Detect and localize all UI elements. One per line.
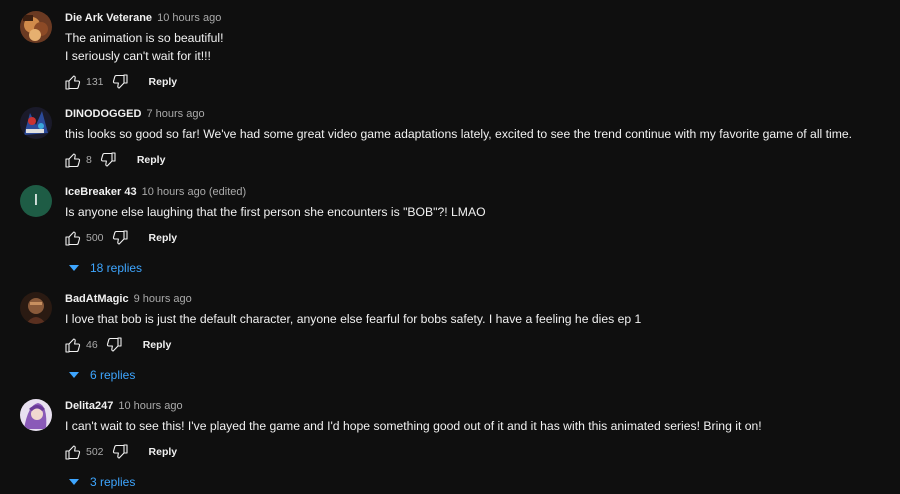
comment-actions: 502 Reply [65, 443, 880, 461]
comment-text-line: Is anyone else laughing that the first p… [65, 205, 486, 219]
like-button[interactable] [65, 444, 81, 460]
view-replies-button[interactable]: 3 replies [69, 475, 880, 489]
like-button[interactable] [65, 152, 81, 168]
comment-text-line: I seriously can't wait for it!!! [65, 49, 211, 63]
comment-actions: 131 Reply [65, 73, 880, 91]
comment-author[interactable]: Delita247 [65, 400, 113, 412]
comment-actions: 500 Reply [65, 229, 880, 247]
like-count: 500 [86, 232, 104, 244]
comment-actions: 46 Reply [65, 336, 880, 354]
comment-author[interactable]: DINODOGGED [65, 108, 141, 120]
reply-button[interactable]: Reply [143, 339, 172, 351]
caret-down-icon [69, 479, 79, 485]
comment-text: The animation is so beautiful! I serious… [65, 29, 880, 65]
replies-count-label: 6 replies [90, 368, 136, 382]
like-button[interactable] [65, 74, 81, 90]
comment-text-line: The animation is so beautiful! [65, 31, 224, 45]
reply-button[interactable]: Reply [149, 232, 178, 244]
avatar[interactable] [20, 107, 52, 139]
dislike-button[interactable] [112, 444, 128, 460]
comment-text-line: I can't wait to see this! I've played th… [65, 419, 762, 433]
comment-text: I can't wait to see this! I've played th… [65, 417, 880, 435]
like-count: 502 [86, 446, 104, 458]
thumbs-up-icon [65, 445, 81, 460]
replies-count-label: 3 replies [90, 475, 136, 489]
comment-text: this looks so good so far! We've had som… [65, 125, 880, 143]
avatar[interactable] [20, 11, 52, 43]
reply-button[interactable]: Reply [137, 154, 166, 166]
comment-text-line: I love that bob is just the default char… [65, 312, 642, 326]
thumbs-up-icon [65, 75, 81, 90]
dislike-button[interactable] [112, 74, 128, 90]
avatar[interactable] [20, 292, 52, 324]
comment-text-line: this looks so good so far! We've had som… [65, 127, 853, 141]
thumbs-up-icon [65, 153, 81, 168]
comment-author[interactable]: IceBreaker 43 [65, 186, 137, 198]
dislike-button[interactable] [112, 230, 128, 246]
caret-down-icon [69, 265, 79, 271]
like-button[interactable] [65, 337, 81, 353]
comment-timestamp[interactable]: 9 hours ago [134, 293, 192, 305]
thumbs-down-icon [112, 230, 128, 245]
thumbs-down-icon [112, 444, 128, 459]
thumbs-down-icon [106, 337, 122, 352]
comment-timestamp[interactable]: 10 hours ago [118, 400, 182, 412]
view-replies-button[interactable]: 18 replies [69, 261, 880, 275]
replies-count-label: 18 replies [90, 261, 143, 275]
comment-author[interactable]: BadAtMagic [65, 293, 129, 305]
thumbs-up-icon [65, 338, 81, 353]
avatar[interactable]: I [20, 185, 52, 217]
comment-text: Is anyone else laughing that the first p… [65, 203, 880, 221]
thumbs-down-icon [112, 74, 128, 89]
like-count: 46 [86, 339, 98, 351]
comment-text: I love that bob is just the default char… [65, 310, 880, 328]
like-button[interactable] [65, 230, 81, 246]
comment-actions: 8 Reply [65, 151, 880, 169]
comment-timestamp[interactable]: 10 hours ago (edited) [142, 186, 247, 198]
dislike-button[interactable] [100, 152, 116, 168]
thumbs-down-icon [100, 152, 116, 167]
like-count: 8 [86, 154, 92, 166]
avatar[interactable] [20, 399, 52, 431]
comment-timestamp[interactable]: 10 hours ago [157, 12, 221, 24]
dislike-button[interactable] [106, 337, 122, 353]
reply-button[interactable]: Reply [149, 446, 178, 458]
caret-down-icon [69, 372, 79, 378]
like-count: 131 [86, 76, 104, 88]
reply-button[interactable]: Reply [149, 76, 178, 88]
thumbs-up-icon [65, 231, 81, 246]
comment-author[interactable]: Die Ark Veterane [65, 12, 152, 24]
view-replies-button[interactable]: 6 replies [69, 368, 880, 382]
comment-timestamp[interactable]: 7 hours ago [146, 108, 204, 120]
avatar-letter: I [33, 192, 39, 209]
